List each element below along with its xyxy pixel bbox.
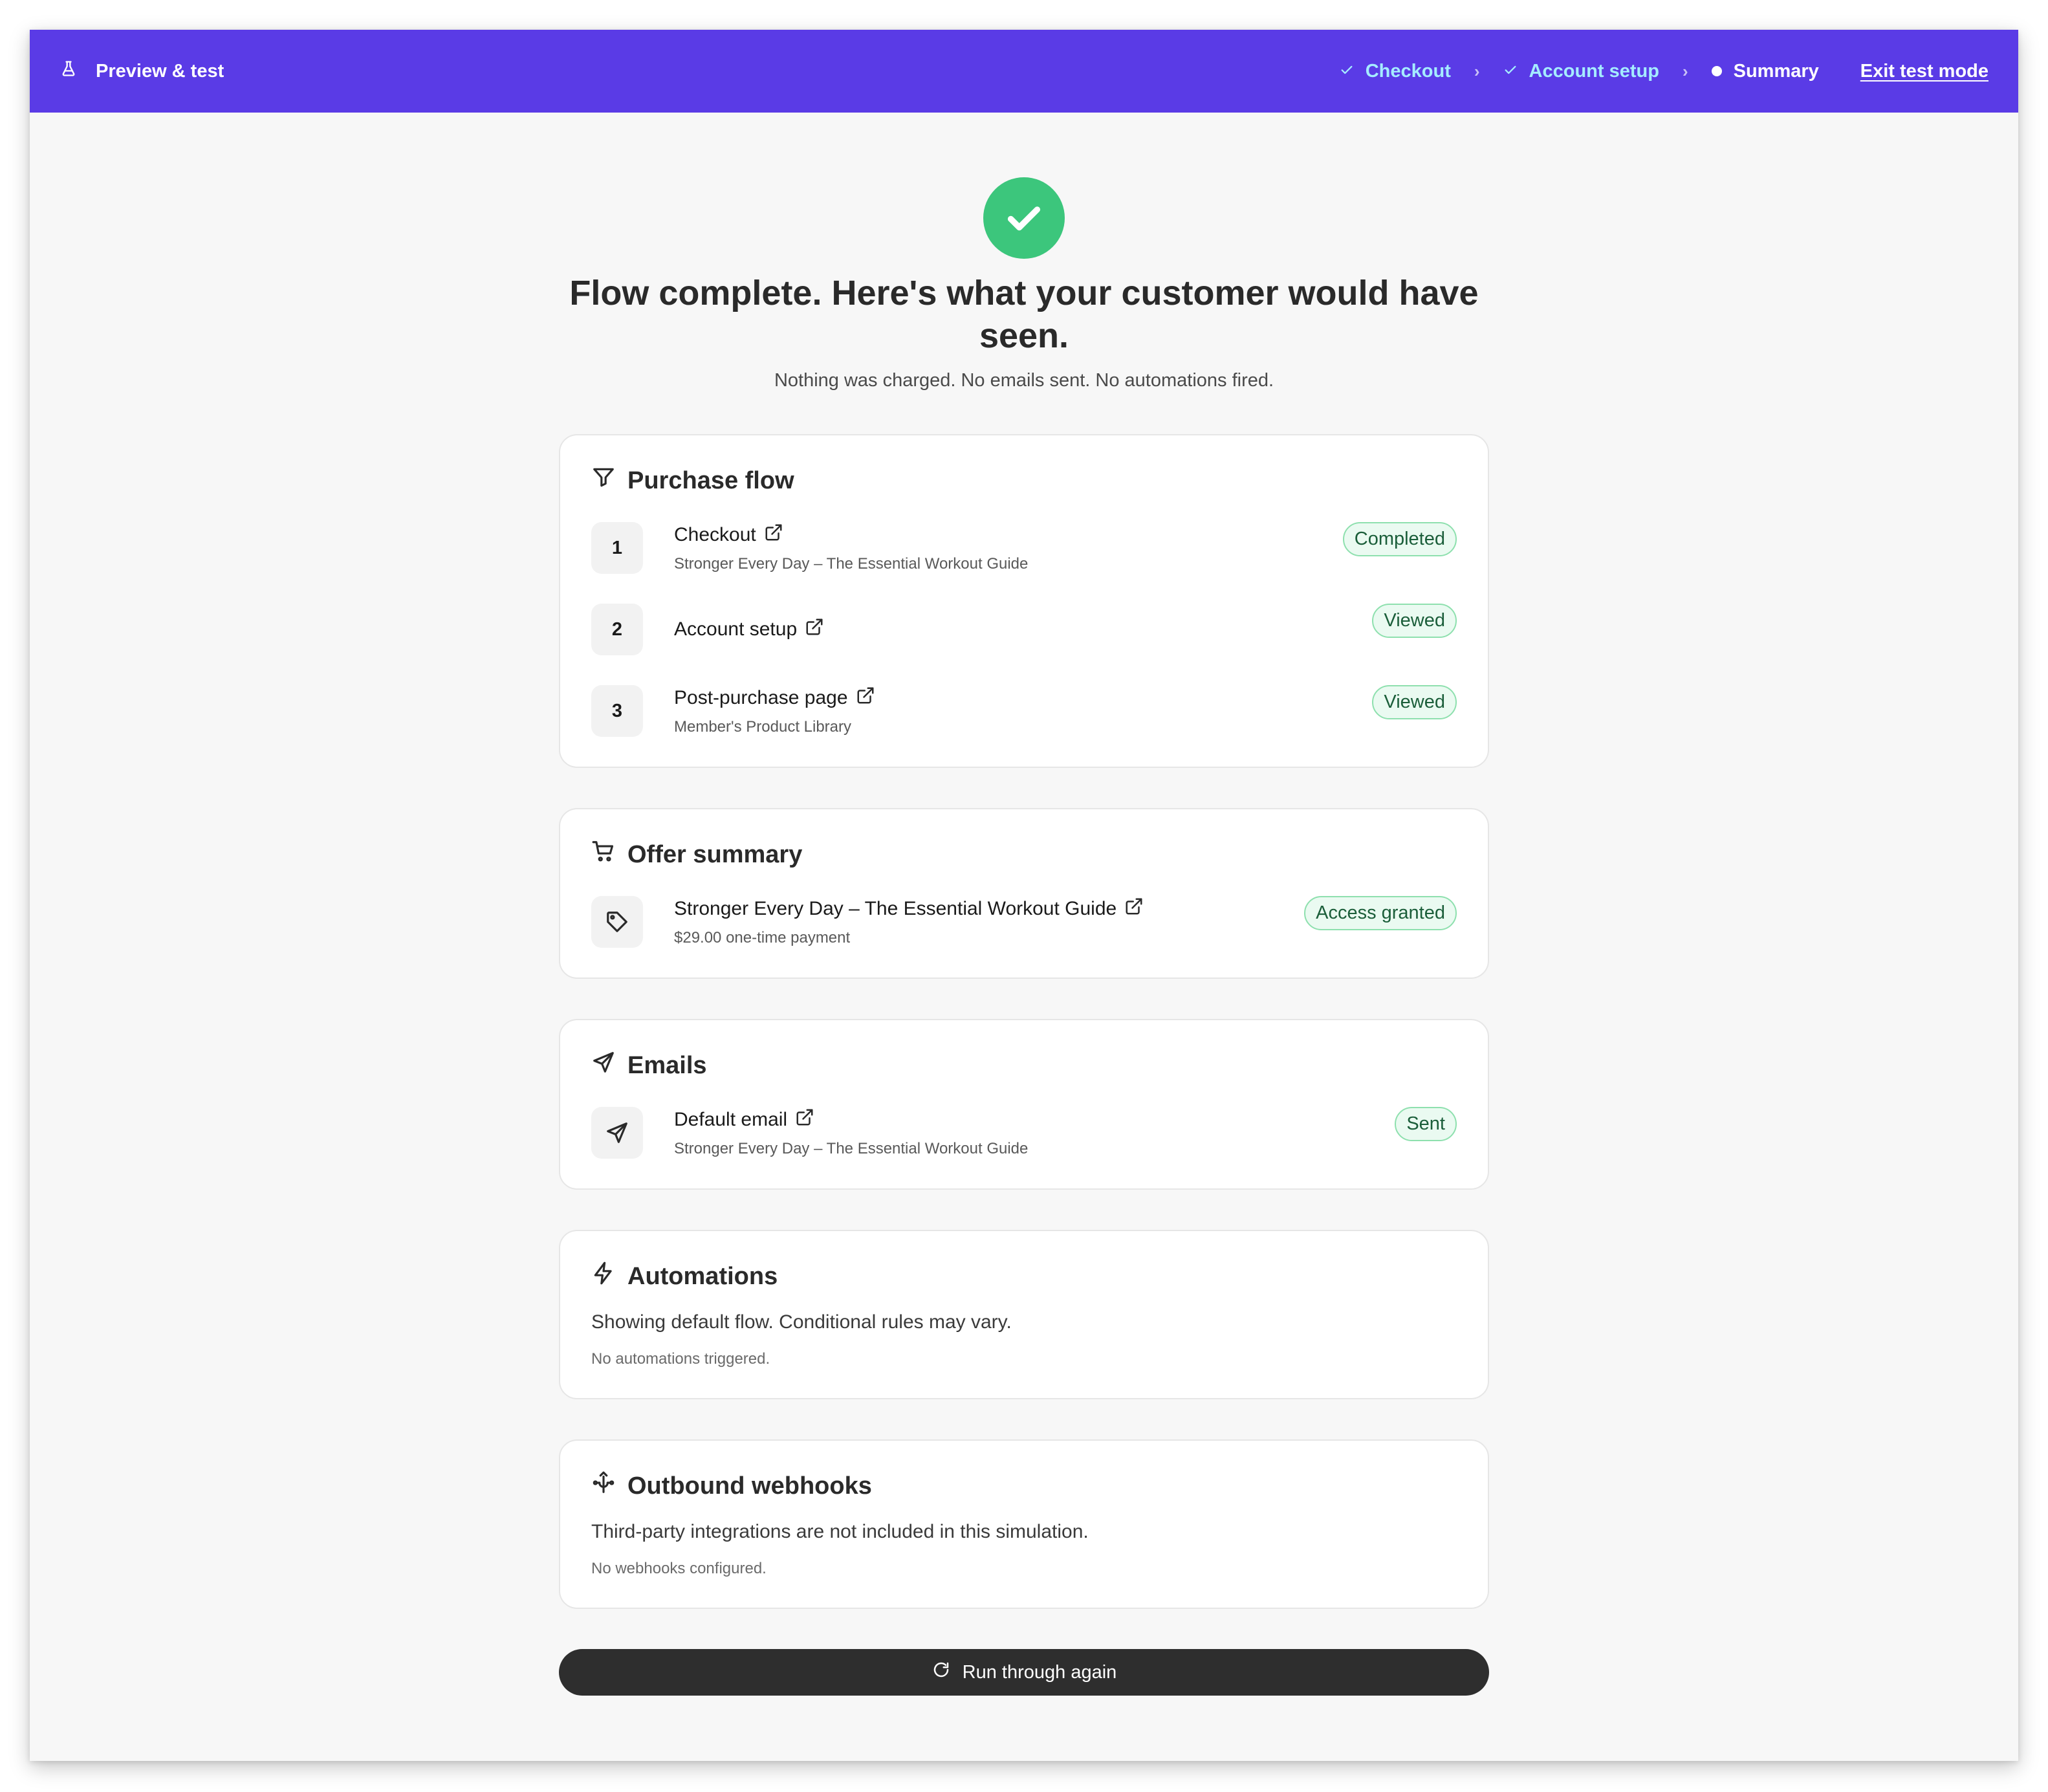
row-title-text: Stronger Every Day – The Essential Worko… — [674, 898, 1117, 919]
brand-text: Preview & test — [96, 60, 224, 82]
step-label: Summary — [1733, 60, 1819, 82]
funnel-icon — [591, 465, 616, 496]
webhooks-card: Outbound webhooks Third-party integratio… — [559, 1439, 1489, 1609]
chevron-right-icon: › — [1474, 61, 1480, 81]
step-number: 1 — [591, 522, 643, 574]
status-badge: Completed — [1342, 522, 1457, 556]
check-icon — [1503, 61, 1518, 82]
webhooks-note: No webhooks configured. — [591, 1560, 767, 1577]
send-icon — [591, 1107, 643, 1159]
row-title-text: Account setup — [674, 618, 798, 640]
status-badge: Viewed — [1372, 685, 1457, 719]
offer-row: Stronger Every Day – The Essential Worko… — [591, 896, 1457, 948]
webhook-icon — [591, 1470, 616, 1502]
check-icon — [1340, 61, 1354, 82]
summary-content: Flow complete. Here's what your customer… — [559, 113, 1489, 1696]
run-through-again-button[interactable]: Run through again — [559, 1649, 1489, 1696]
exit-test-mode-link[interactable]: Exit test mode — [1860, 61, 1988, 82]
top-bar: Preview & test Checkout › Account setup … — [30, 30, 2018, 113]
step-account-setup[interactable]: Account setup — [1503, 61, 1659, 82]
lightning-icon — [591, 1261, 616, 1292]
automations-note: No automations triggered. — [591, 1350, 770, 1368]
current-step-dot-icon — [1711, 66, 1722, 76]
row-subtitle: Stronger Every Day – The Essential Worko… — [674, 1140, 1029, 1157]
step-number: 3 — [591, 685, 643, 737]
run-button-label: Run through again — [962, 1661, 1117, 1683]
flow-step-row: 3 Post-purchase page Member's Product Li… — [591, 685, 1457, 737]
external-link-icon — [856, 686, 875, 710]
page-subtitle: Nothing was charged. No emails sent. No … — [774, 370, 1274, 391]
flow-step-row: 1 Checkout Stronger Every Day – The Esse… — [591, 522, 1457, 574]
emails-card: Emails Default email Stronger Every Day … — [559, 1019, 1489, 1190]
card-title: Emails — [627, 1051, 707, 1079]
external-link-icon — [764, 523, 783, 547]
card-header: Offer summary — [591, 839, 1457, 870]
offer-link[interactable]: Stronger Every Day – The Essential Worko… — [674, 897, 1304, 921]
automations-description: Showing default flow. Conditional rules … — [591, 1311, 1012, 1333]
step-label: Checkout — [1365, 60, 1451, 82]
card-title: Automations — [627, 1262, 778, 1290]
external-link-icon — [805, 617, 824, 642]
cart-icon — [591, 839, 616, 870]
app-window: Preview & test Checkout › Account setup … — [30, 30, 2018, 1761]
external-link-icon — [795, 1108, 814, 1132]
webhooks-description: Third-party integrations are not include… — [591, 1521, 1089, 1542]
flow-step-link[interactable]: Checkout — [674, 523, 1343, 547]
flow-step-row: 2 Account setup Viewed — [591, 604, 1457, 655]
card-title: Outbound webhooks — [627, 1472, 872, 1500]
send-icon — [591, 1050, 616, 1081]
flow-step-link[interactable]: Account setup — [674, 617, 1372, 642]
card-title: Offer summary — [627, 840, 803, 868]
card-header: Automations — [591, 1261, 1457, 1292]
status-badge: Access granted — [1304, 896, 1457, 930]
email-link[interactable]: Default email — [674, 1108, 1395, 1132]
status-badge: Viewed — [1372, 604, 1457, 638]
external-link-icon — [1124, 897, 1144, 921]
card-header: Emails — [591, 1050, 1457, 1081]
step-progress: Checkout › Account setup › Summary Exit … — [1340, 61, 1988, 82]
row-subtitle: $29.00 one-time payment — [674, 929, 851, 946]
step-summary[interactable]: Summary — [1711, 60, 1819, 82]
tag-icon — [591, 896, 643, 948]
card-header: Outbound webhooks — [591, 1470, 1457, 1502]
step-checkout[interactable]: Checkout — [1340, 61, 1451, 82]
offer-summary-card: Offer summary Stronger Every Day – The E… — [559, 808, 1489, 979]
row-subtitle: Member's Product Library — [674, 718, 852, 736]
chevron-right-icon: › — [1682, 61, 1688, 81]
success-check-icon — [983, 177, 1065, 259]
row-title-text: Post-purchase page — [674, 687, 848, 708]
status-badge: Sent — [1395, 1107, 1457, 1141]
page-title: Flow complete. Here's what your customer… — [569, 274, 1479, 355]
automations-card: Automations Showing default flow. Condit… — [559, 1230, 1489, 1399]
step-label: Account setup — [1529, 60, 1659, 82]
row-title-text: Default email — [674, 1109, 788, 1130]
step-number: 2 — [591, 604, 643, 655]
card-title: Purchase flow — [627, 466, 794, 494]
flow-step-link[interactable]: Post-purchase page — [674, 686, 1372, 710]
row-title-text: Checkout — [674, 524, 756, 545]
flask-icon — [60, 60, 78, 83]
preview-test-label: Preview & test — [60, 60, 224, 83]
email-row: Default email Stronger Every Day – The E… — [591, 1107, 1457, 1159]
card-header: Purchase flow — [591, 465, 1457, 496]
redo-icon — [931, 1660, 951, 1685]
row-subtitle: Stronger Every Day – The Essential Worko… — [674, 555, 1029, 573]
purchase-flow-card: Purchase flow 1 Checkout Stronger Every … — [559, 434, 1489, 768]
